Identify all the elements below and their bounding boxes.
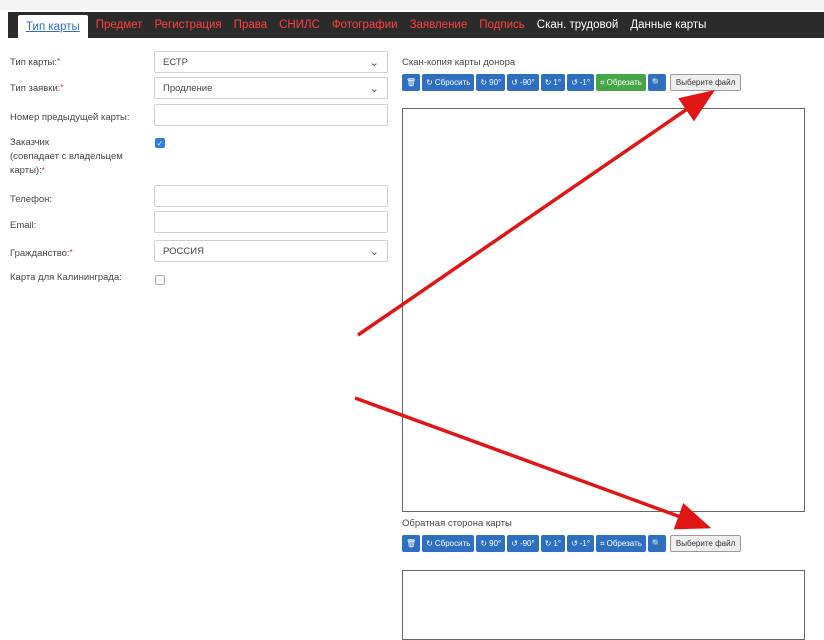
annotation-arrows (354, 90, 715, 530)
arrow-to-back-file-button (354, 396, 712, 530)
arrow-to-front-file-button (357, 90, 715, 337)
